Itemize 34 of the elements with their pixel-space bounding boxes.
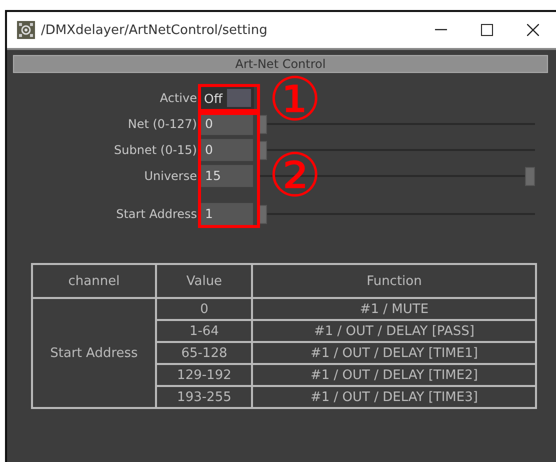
annotation-number: ① (268, 70, 322, 130)
table-cell: #1 / OUT / DELAY [TIME1] (252, 342, 536, 364)
input-field[interactable]: 1 (201, 203, 253, 225)
table-cell: 1-64 (156, 320, 252, 342)
app-icon (17, 21, 35, 39)
table-cell: 0 (156, 298, 252, 320)
window-title: /DMXdelayer/ArtNetControl/setting (41, 22, 268, 38)
close-icon (527, 24, 539, 36)
table-cell: 129-192 (156, 364, 252, 386)
table-cell: #1 / OUT / DELAY [TIME3] (252, 386, 536, 408)
column-header: channel (32, 264, 156, 298)
table-cell: #1 / OUT / DELAY [TIME2] (252, 364, 536, 386)
maximize-icon (481, 24, 493, 36)
table-cell: #1 / OUT / DELAY [PASS] (252, 320, 536, 342)
column-header: Function (252, 264, 536, 298)
field-label: Subnet (0-15) (113, 143, 198, 157)
table-cell: 193-255 (156, 386, 252, 408)
slider[interactable] (257, 204, 535, 224)
table-cell: #1 / MUTE (252, 298, 536, 320)
table-cell: Start Address (32, 298, 156, 408)
panel-header: Art-Net Control (13, 55, 548, 73)
toggle-button[interactable]: Off (201, 87, 254, 109)
field-label: Net (0-127) (126, 117, 198, 131)
input-field[interactable]: 15 (201, 165, 253, 187)
table-cell: 65-128 (156, 342, 252, 364)
input-field[interactable]: 0 (201, 113, 253, 135)
annotation-number: ② (268, 146, 322, 206)
slider-thumb[interactable] (525, 167, 535, 186)
minimize-icon (435, 29, 447, 31)
column-header: Value (156, 264, 252, 298)
field-label: Universe (143, 169, 198, 183)
input-field[interactable]: 0 (201, 139, 253, 161)
field-label: Active (158, 91, 198, 105)
field-label: Start Address (115, 207, 198, 221)
